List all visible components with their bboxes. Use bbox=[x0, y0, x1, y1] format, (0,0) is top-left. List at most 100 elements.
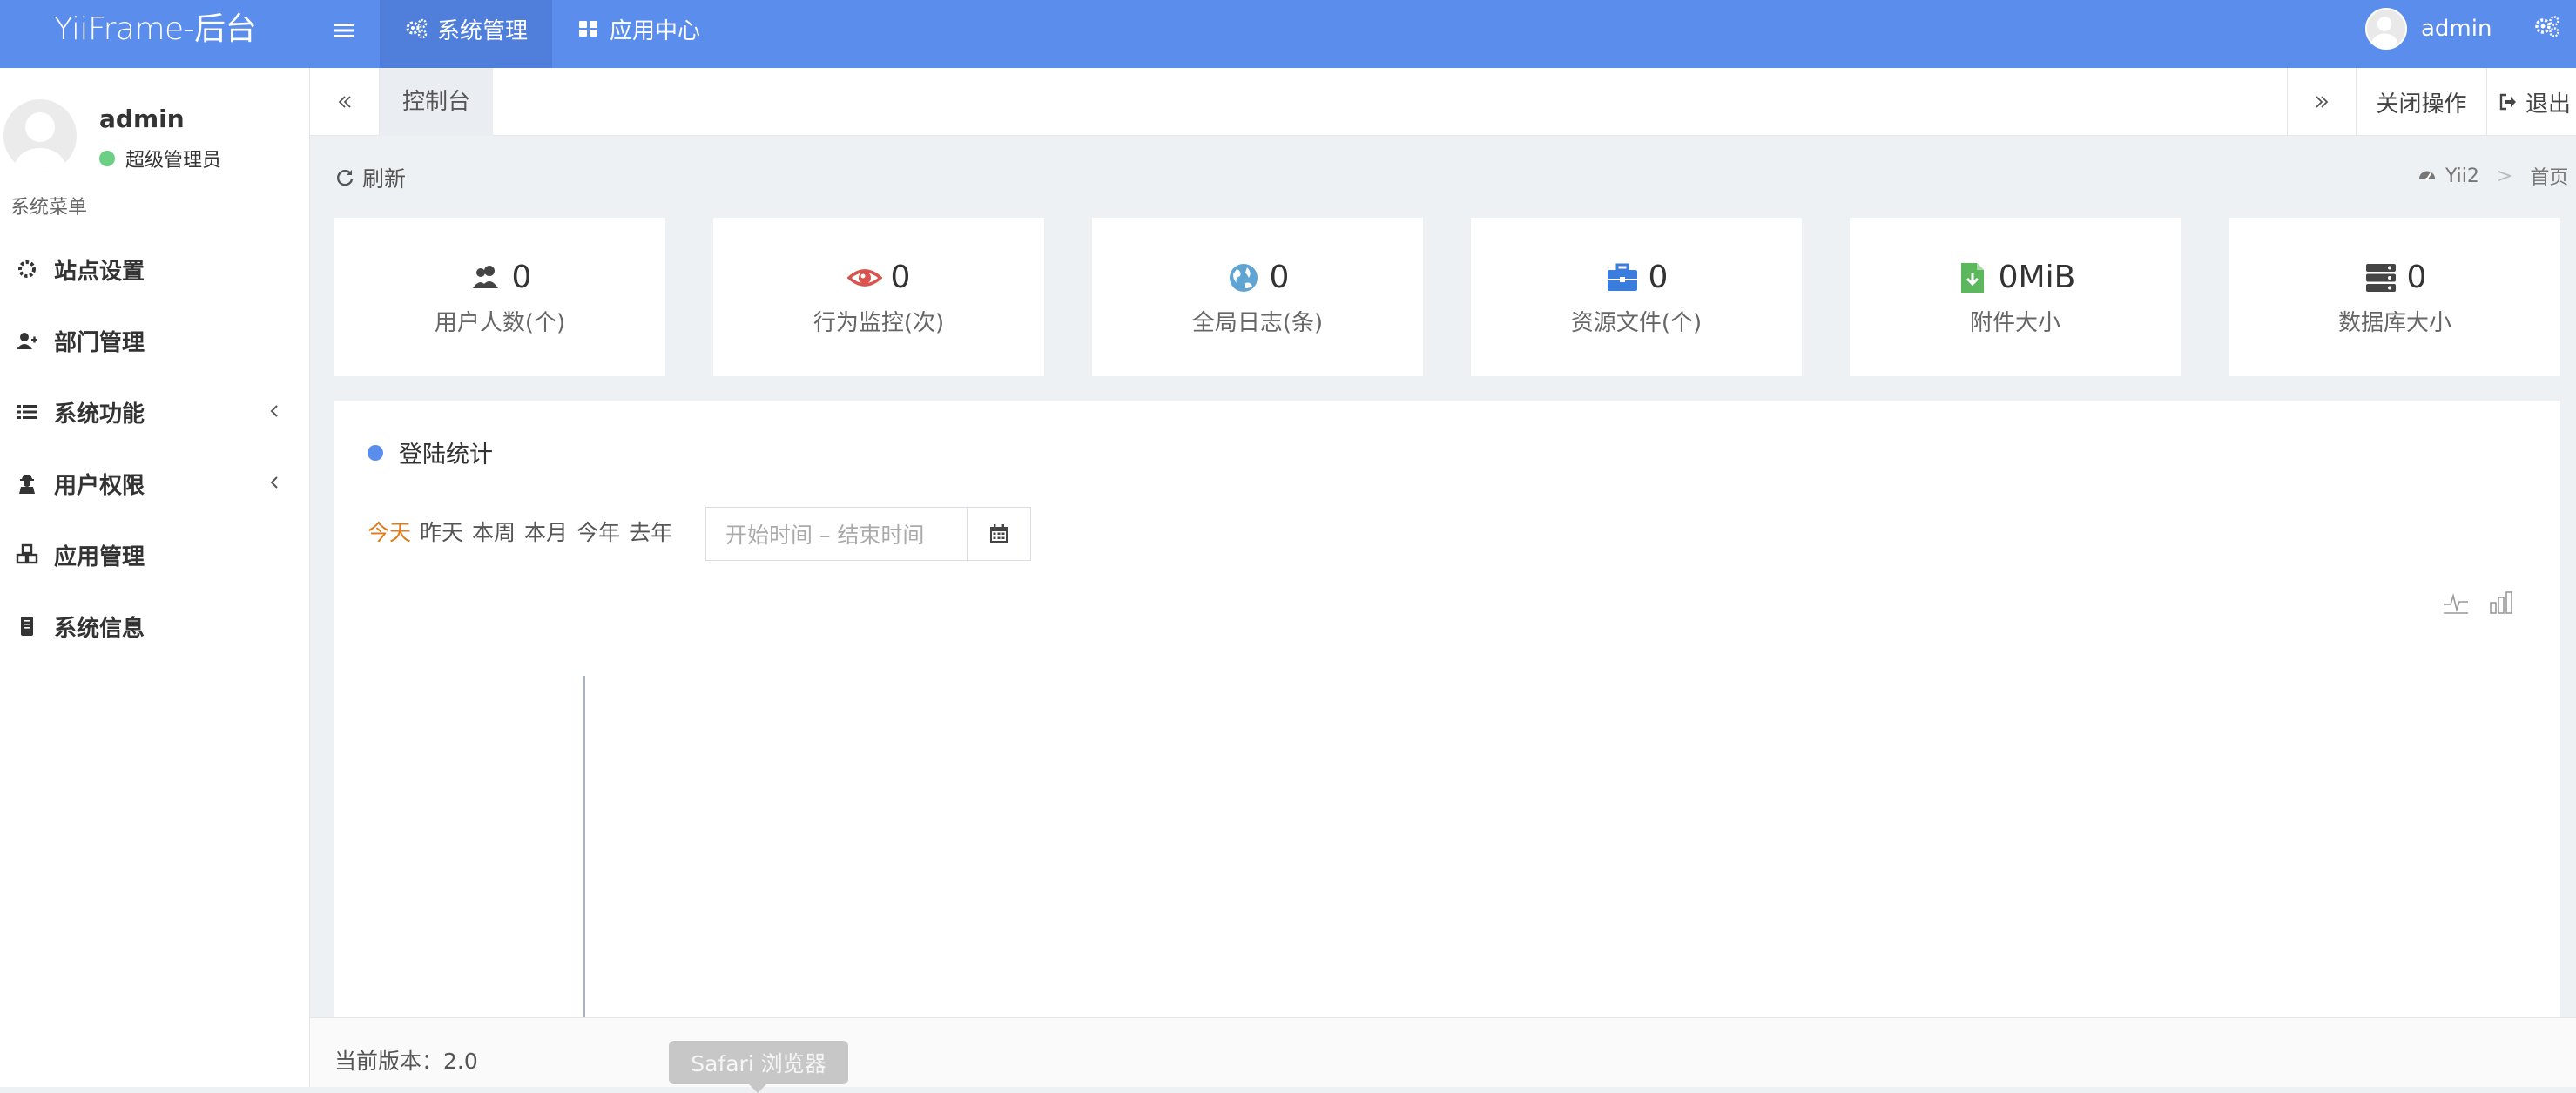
sidebar-item-departments[interactable]: 部门管理 bbox=[0, 305, 310, 376]
title-dot bbox=[368, 444, 383, 461]
breadcrumb: Yii2 > 首页 bbox=[2418, 162, 2568, 190]
stat-card-database-size[interactable]: 0 数据库大小 bbox=[2229, 218, 2560, 376]
topnav-label: 系统管理 bbox=[437, 17, 529, 44]
calendar-button[interactable] bbox=[967, 507, 1031, 561]
breadcrumb-current: 首页 bbox=[2530, 167, 2569, 189]
line-chart-icon[interactable] bbox=[2442, 589, 2470, 617]
settings-cog-icon[interactable] bbox=[2532, 12, 2562, 42]
refresh-button[interactable]: 刷新 bbox=[334, 162, 406, 193]
sign-out-icon bbox=[2498, 91, 2519, 112]
profile-role: 超级管理员 bbox=[125, 150, 222, 172]
sidebar-item-label: 用户权限 bbox=[54, 472, 145, 499]
file-download-icon bbox=[1955, 260, 1990, 295]
online-status-dot bbox=[99, 151, 115, 166]
sidebar: admin 超级管理员 系统菜单 站点设置 部门管理 系统功能 用户权限 应用管… bbox=[0, 68, 310, 1087]
database-icon bbox=[2364, 260, 2398, 295]
footer: 当前版本：2.0 Safari 浏览器 bbox=[310, 1017, 2576, 1093]
user-name: admin bbox=[2421, 16, 2492, 42]
stat-value: 0 bbox=[2406, 260, 2427, 295]
top-navbar: YiiFrame-后台 系统管理 应用中心 admin bbox=[0, 0, 2576, 68]
date-range-filters: 今天 昨天 本周 本月 今年 去年 bbox=[368, 516, 672, 547]
topnav-system-management[interactable]: 系统管理 bbox=[380, 0, 553, 68]
panel-title: 登陆统计 bbox=[368, 435, 493, 469]
stat-label: 用户人数(个) bbox=[434, 310, 566, 336]
range-today[interactable]: 今天 bbox=[368, 516, 411, 547]
tab-scroll-left-button[interactable] bbox=[310, 68, 380, 136]
server-icon bbox=[16, 615, 38, 638]
sidebar-item-system-info[interactable]: 系统信息 bbox=[0, 590, 310, 662]
logout-button[interactable]: 退出 bbox=[2487, 68, 2576, 136]
dashboard-icon bbox=[2418, 166, 2437, 186]
tab-dashboard[interactable]: 控制台 bbox=[380, 68, 493, 136]
tab-scroll-right-button[interactable] bbox=[2287, 68, 2357, 136]
range-this-month[interactable]: 本月 bbox=[524, 516, 568, 547]
user-secret-icon bbox=[16, 472, 38, 495]
refresh-icon bbox=[334, 167, 355, 188]
refresh-label: 刷新 bbox=[362, 166, 407, 192]
stat-value: 0 bbox=[511, 260, 532, 295]
gear-icon bbox=[16, 258, 38, 280]
range-yesterday[interactable]: 昨天 bbox=[420, 516, 463, 547]
sidebar-item-site-settings[interactable]: 站点设置 bbox=[0, 233, 310, 305]
menu-header: 系统菜单 bbox=[10, 197, 88, 219]
stat-card-users[interactable]: 0 用户人数(个) bbox=[334, 218, 665, 376]
brand-logo[interactable]: YiiFrame-后台 bbox=[0, 0, 310, 68]
topnav-app-center[interactable]: 应用中心 bbox=[552, 0, 725, 68]
logout-label: 退出 bbox=[2525, 91, 2572, 118]
stat-label: 全局日志(条) bbox=[1191, 310, 1324, 336]
sidebar-item-system-functions[interactable]: 系统功能 bbox=[0, 376, 310, 448]
stat-value: 0 bbox=[1648, 260, 1669, 295]
sidebar-item-label: 站点设置 bbox=[54, 258, 145, 285]
profile-name: admin bbox=[99, 105, 185, 133]
chart-toolbox bbox=[2442, 589, 2515, 617]
close-tabs-button[interactable]: 关闭操作 bbox=[2357, 68, 2487, 136]
range-this-week[interactable]: 本周 bbox=[472, 516, 516, 547]
calendar-icon bbox=[988, 523, 1010, 545]
stat-label: 资源文件(个) bbox=[1570, 310, 1703, 336]
range-last-year[interactable]: 去年 bbox=[629, 516, 672, 547]
sidebar-item-label: 系统功能 bbox=[54, 401, 145, 428]
double-chevron-left-icon bbox=[334, 91, 355, 112]
date-range-input[interactable]: 开始时间 – 结束时间 bbox=[705, 507, 967, 561]
stat-value: 0 bbox=[1269, 260, 1290, 295]
avatar bbox=[3, 99, 77, 172]
browser-tooltip: Safari 浏览器 bbox=[669, 1041, 848, 1093]
list-icon bbox=[16, 401, 38, 423]
grid-icon bbox=[577, 17, 601, 41]
range-this-year[interactable]: 今年 bbox=[577, 516, 620, 547]
stat-label: 数据库大小 bbox=[2337, 310, 2451, 336]
sidebar-item-user-permissions[interactable]: 用户权限 bbox=[0, 448, 310, 519]
login-stats-panel: 登陆统计 今天 昨天 本周 本月 今年 去年 开始时间 – 结束时间 bbox=[334, 401, 2560, 1021]
avatar bbox=[2365, 8, 2407, 50]
breadcrumb-root[interactable]: Yii2 bbox=[2445, 165, 2479, 187]
chevron-left-icon bbox=[265, 401, 284, 421]
chart-y-axis bbox=[583, 676, 585, 1021]
bar-chart-icon[interactable] bbox=[2487, 589, 2515, 617]
topnav-label: 应用中心 bbox=[610, 17, 701, 44]
stat-label: 行为监控(次) bbox=[813, 310, 945, 336]
breadcrumb-separator: > bbox=[2496, 165, 2513, 187]
cogs-icon bbox=[404, 17, 428, 41]
briefcase-icon bbox=[1605, 260, 1640, 295]
stat-card-global-log[interactable]: 0 全局日志(条) bbox=[1092, 218, 1423, 376]
stat-card-behavior-monitor[interactable]: 0 行为监控(次) bbox=[713, 218, 1044, 376]
double-chevron-right-icon bbox=[2311, 91, 2332, 112]
globe-icon bbox=[1226, 260, 1261, 295]
panel-title-text: 登陆统计 bbox=[399, 442, 493, 469]
stat-label: 附件大小 bbox=[1969, 310, 2060, 336]
sidebar-item-label: 部门管理 bbox=[54, 329, 145, 356]
sidebar-item-label: 系统信息 bbox=[54, 615, 145, 642]
top-nav: 系统管理 应用中心 bbox=[380, 0, 725, 68]
stat-value: 0MiB bbox=[1998, 260, 2076, 295]
stat-value: 0 bbox=[890, 260, 911, 295]
stat-cards: 0 用户人数(个) 0 行为监控(次) 0 全局日志(条) 0 资源文件(个) … bbox=[334, 218, 2560, 376]
cubes-icon bbox=[16, 543, 38, 566]
version-text: 当前版本：2.0 bbox=[334, 1049, 478, 1074]
sidebar-item-app-management[interactable]: 应用管理 bbox=[0, 519, 310, 590]
eye-icon bbox=[846, 260, 882, 295]
stat-card-resource-files[interactable]: 0 资源文件(个) bbox=[1471, 218, 1802, 376]
stat-card-attachment-size[interactable]: 0MiB 附件大小 bbox=[1850, 218, 2181, 376]
menu-toggle-icon[interactable] bbox=[329, 16, 359, 45]
user-menu[interactable]: admin bbox=[2365, 0, 2492, 68]
user-plus-icon bbox=[16, 329, 38, 352]
